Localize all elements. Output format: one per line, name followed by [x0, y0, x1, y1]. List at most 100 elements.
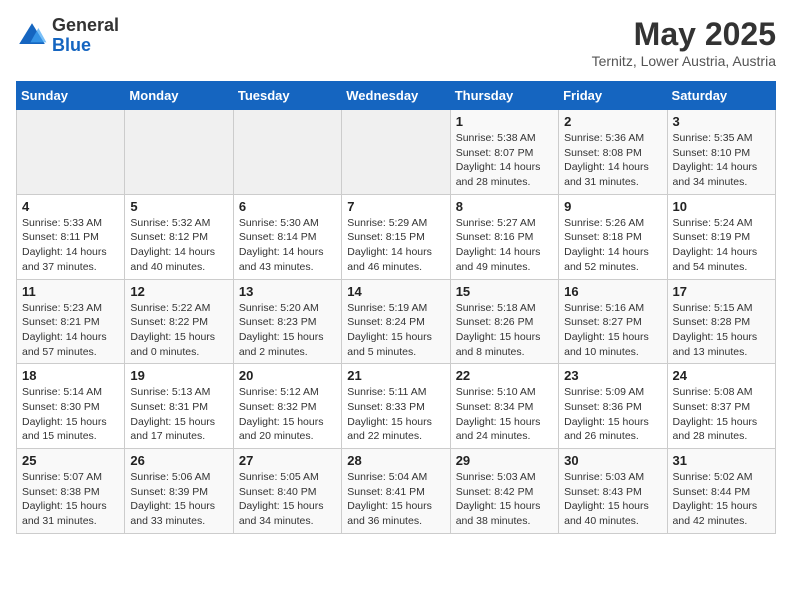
- month-year: May 2025: [592, 16, 776, 53]
- day-cell: 3Sunrise: 5:35 AM Sunset: 8:10 PM Daylig…: [667, 110, 775, 195]
- day-info: Sunrise: 5:16 AM Sunset: 8:27 PM Dayligh…: [564, 301, 661, 360]
- day-number: 27: [239, 453, 336, 468]
- day-info: Sunrise: 5:15 AM Sunset: 8:28 PM Dayligh…: [673, 301, 770, 360]
- day-number: 29: [456, 453, 553, 468]
- day-info: Sunrise: 5:14 AM Sunset: 8:30 PM Dayligh…: [22, 385, 119, 444]
- day-cell: 24 Sunrise: 5:08 AM Sunset: 8:37 PM Dayli…: [667, 364, 775, 449]
- day-number: 9: [564, 199, 661, 214]
- day-info: Sunrise: 5:04 AM Sunset: 8:41 PM Dayligh…: [347, 470, 444, 529]
- calendar: SundayMondayTuesdayWednesdayThursdayFrid…: [16, 81, 776, 534]
- day-cell: 23 Sunrise: 5:09 AM Sunset: 8:36 PM Dayli…: [559, 364, 667, 449]
- day-number: 31: [673, 453, 770, 468]
- day-cell: 15 Sunrise: 5:18 AM Sunset: 8:26 PM Dayli…: [450, 279, 558, 364]
- day-info: Sunrise: 5:29 AM Sunset: 8:15 PM Dayligh…: [347, 216, 444, 275]
- day-cell: 21 Sunrise: 5:11 AM Sunset: 8:33 PM Dayli…: [342, 364, 450, 449]
- day-number: 19: [130, 368, 227, 383]
- day-cell: 25Sunrise: 5:07 AM Sunset: 8:38 PM Dayli…: [17, 449, 125, 534]
- day-cell: 30 Sunrise: 5:03 AM Sunset: 8:43 PM Dayli…: [559, 449, 667, 534]
- day-number: 15: [456, 284, 553, 299]
- day-info: Sunrise: 5:24 AM Sunset: 8:19 PM Dayligh…: [673, 216, 770, 275]
- day-info: Sunrise: 5:33 AM Sunset: 8:11 PM Dayligh…: [22, 216, 119, 275]
- weekday-header: Saturday: [667, 82, 775, 110]
- day-cell: 8Sunrise: 5:27 AM Sunset: 8:16 PM Daylig…: [450, 194, 558, 279]
- day-info: Sunrise: 5:08 AM Sunset: 8:37 PM Dayligh…: [673, 385, 770, 444]
- day-number: 7: [347, 199, 444, 214]
- day-cell: 9 Sunrise: 5:26 AM Sunset: 8:18 PM Daylig…: [559, 194, 667, 279]
- day-cell: 12 Sunrise: 5:22 AM Sunset: 8:22 PM Dayli…: [125, 279, 233, 364]
- day-number: 24: [673, 368, 770, 383]
- day-info: Sunrise: 5:06 AM Sunset: 8:39 PM Dayligh…: [130, 470, 227, 529]
- day-cell: 4 Sunrise: 5:33 AM Sunset: 8:11 PM Daylig…: [17, 194, 125, 279]
- day-number: 20: [239, 368, 336, 383]
- weekday-header: Monday: [125, 82, 233, 110]
- day-cell: 10Sunrise: 5:24 AM Sunset: 8:19 PM Dayli…: [667, 194, 775, 279]
- weekday-header: Sunday: [17, 82, 125, 110]
- day-info: Sunrise: 5:10 AM Sunset: 8:34 PM Dayligh…: [456, 385, 553, 444]
- day-info: Sunrise: 5:18 AM Sunset: 8:26 PM Dayligh…: [456, 301, 553, 360]
- title-area: May 2025 Ternitz, Lower Austria, Austria: [592, 16, 776, 69]
- day-number: 1: [456, 114, 553, 129]
- day-number: 13: [239, 284, 336, 299]
- day-info: Sunrise: 5:19 AM Sunset: 8:24 PM Dayligh…: [347, 301, 444, 360]
- day-cell: 2Sunrise: 5:36 AM Sunset: 8:08 PM Daylig…: [559, 110, 667, 195]
- day-cell: 22 Sunrise: 5:10 AM Sunset: 8:34 PM Dayli…: [450, 364, 558, 449]
- day-info: Sunrise: 5:23 AM Sunset: 8:21 PM Dayligh…: [22, 301, 119, 360]
- week-row: 4 Sunrise: 5:33 AM Sunset: 8:11 PM Daylig…: [17, 194, 776, 279]
- day-number: 12: [130, 284, 227, 299]
- day-cell: [17, 110, 125, 195]
- day-cell: 27 Sunrise: 5:05 AM Sunset: 8:40 PM Dayli…: [233, 449, 341, 534]
- day-cell: 14 Sunrise: 5:19 AM Sunset: 8:24 PM Dayli…: [342, 279, 450, 364]
- day-number: 2: [564, 114, 661, 129]
- day-number: 25: [22, 453, 119, 468]
- day-info: Sunrise: 5:11 AM Sunset: 8:33 PM Dayligh…: [347, 385, 444, 444]
- day-info: Sunrise: 5:26 AM Sunset: 8:18 PM Dayligh…: [564, 216, 661, 275]
- day-cell: 20 Sunrise: 5:12 AM Sunset: 8:32 PM Dayli…: [233, 364, 341, 449]
- day-cell: [342, 110, 450, 195]
- day-info: Sunrise: 5:03 AM Sunset: 8:42 PM Dayligh…: [456, 470, 553, 529]
- weekday-header: Friday: [559, 82, 667, 110]
- day-number: 18: [22, 368, 119, 383]
- day-number: 22: [456, 368, 553, 383]
- day-number: 14: [347, 284, 444, 299]
- day-cell: [125, 110, 233, 195]
- day-info: Sunrise: 5:27 AM Sunset: 8:16 PM Dayligh…: [456, 216, 553, 275]
- day-cell: [233, 110, 341, 195]
- logo-blue: Blue: [52, 36, 119, 56]
- day-info: Sunrise: 5:09 AM Sunset: 8:36 PM Dayligh…: [564, 385, 661, 444]
- day-info: Sunrise: 5:03 AM Sunset: 8:43 PM Dayligh…: [564, 470, 661, 529]
- day-info: Sunrise: 5:05 AM Sunset: 8:40 PM Dayligh…: [239, 470, 336, 529]
- day-number: 5: [130, 199, 227, 214]
- day-info: Sunrise: 5:20 AM Sunset: 8:23 PM Dayligh…: [239, 301, 336, 360]
- day-info: Sunrise: 5:38 AM Sunset: 8:07 PM Dayligh…: [456, 131, 553, 190]
- day-info: Sunrise: 5:22 AM Sunset: 8:22 PM Dayligh…: [130, 301, 227, 360]
- day-info: Sunrise: 5:13 AM Sunset: 8:31 PM Dayligh…: [130, 385, 227, 444]
- day-number: 21: [347, 368, 444, 383]
- day-info: Sunrise: 5:12 AM Sunset: 8:32 PM Dayligh…: [239, 385, 336, 444]
- day-cell: 28 Sunrise: 5:04 AM Sunset: 8:41 PM Dayli…: [342, 449, 450, 534]
- weekday-header: Wednesday: [342, 82, 450, 110]
- day-number: 17: [673, 284, 770, 299]
- day-number: 4: [22, 199, 119, 214]
- day-number: 28: [347, 453, 444, 468]
- week-row: 11 Sunrise: 5:23 AM Sunset: 8:21 PM Dayli…: [17, 279, 776, 364]
- day-cell: 31Sunrise: 5:02 AM Sunset: 8:44 PM Dayli…: [667, 449, 775, 534]
- day-cell: 11 Sunrise: 5:23 AM Sunset: 8:21 PM Dayli…: [17, 279, 125, 364]
- day-cell: 16 Sunrise: 5:16 AM Sunset: 8:27 PM Dayli…: [559, 279, 667, 364]
- day-number: 23: [564, 368, 661, 383]
- day-number: 30: [564, 453, 661, 468]
- day-number: 6: [239, 199, 336, 214]
- weekday-header-row: SundayMondayTuesdayWednesdayThursdayFrid…: [17, 82, 776, 110]
- day-info: Sunrise: 5:30 AM Sunset: 8:14 PM Dayligh…: [239, 216, 336, 275]
- day-number: 16: [564, 284, 661, 299]
- day-cell: 6 Sunrise: 5:30 AM Sunset: 8:14 PM Daylig…: [233, 194, 341, 279]
- logo: General Blue: [16, 16, 119, 56]
- week-row: 18 Sunrise: 5:14 AM Sunset: 8:30 PM Dayli…: [17, 364, 776, 449]
- logo-general: General: [52, 16, 119, 36]
- day-info: Sunrise: 5:35 AM Sunset: 8:10 PM Dayligh…: [673, 131, 770, 190]
- day-cell: 13 Sunrise: 5:20 AM Sunset: 8:23 PM Dayli…: [233, 279, 341, 364]
- day-cell: 1 Sunrise: 5:38 AM Sunset: 8:07 PM Daylig…: [450, 110, 558, 195]
- day-number: 11: [22, 284, 119, 299]
- logo-text: General Blue: [52, 16, 119, 56]
- day-info: Sunrise: 5:32 AM Sunset: 8:12 PM Dayligh…: [130, 216, 227, 275]
- day-cell: 5 Sunrise: 5:32 AM Sunset: 8:12 PM Daylig…: [125, 194, 233, 279]
